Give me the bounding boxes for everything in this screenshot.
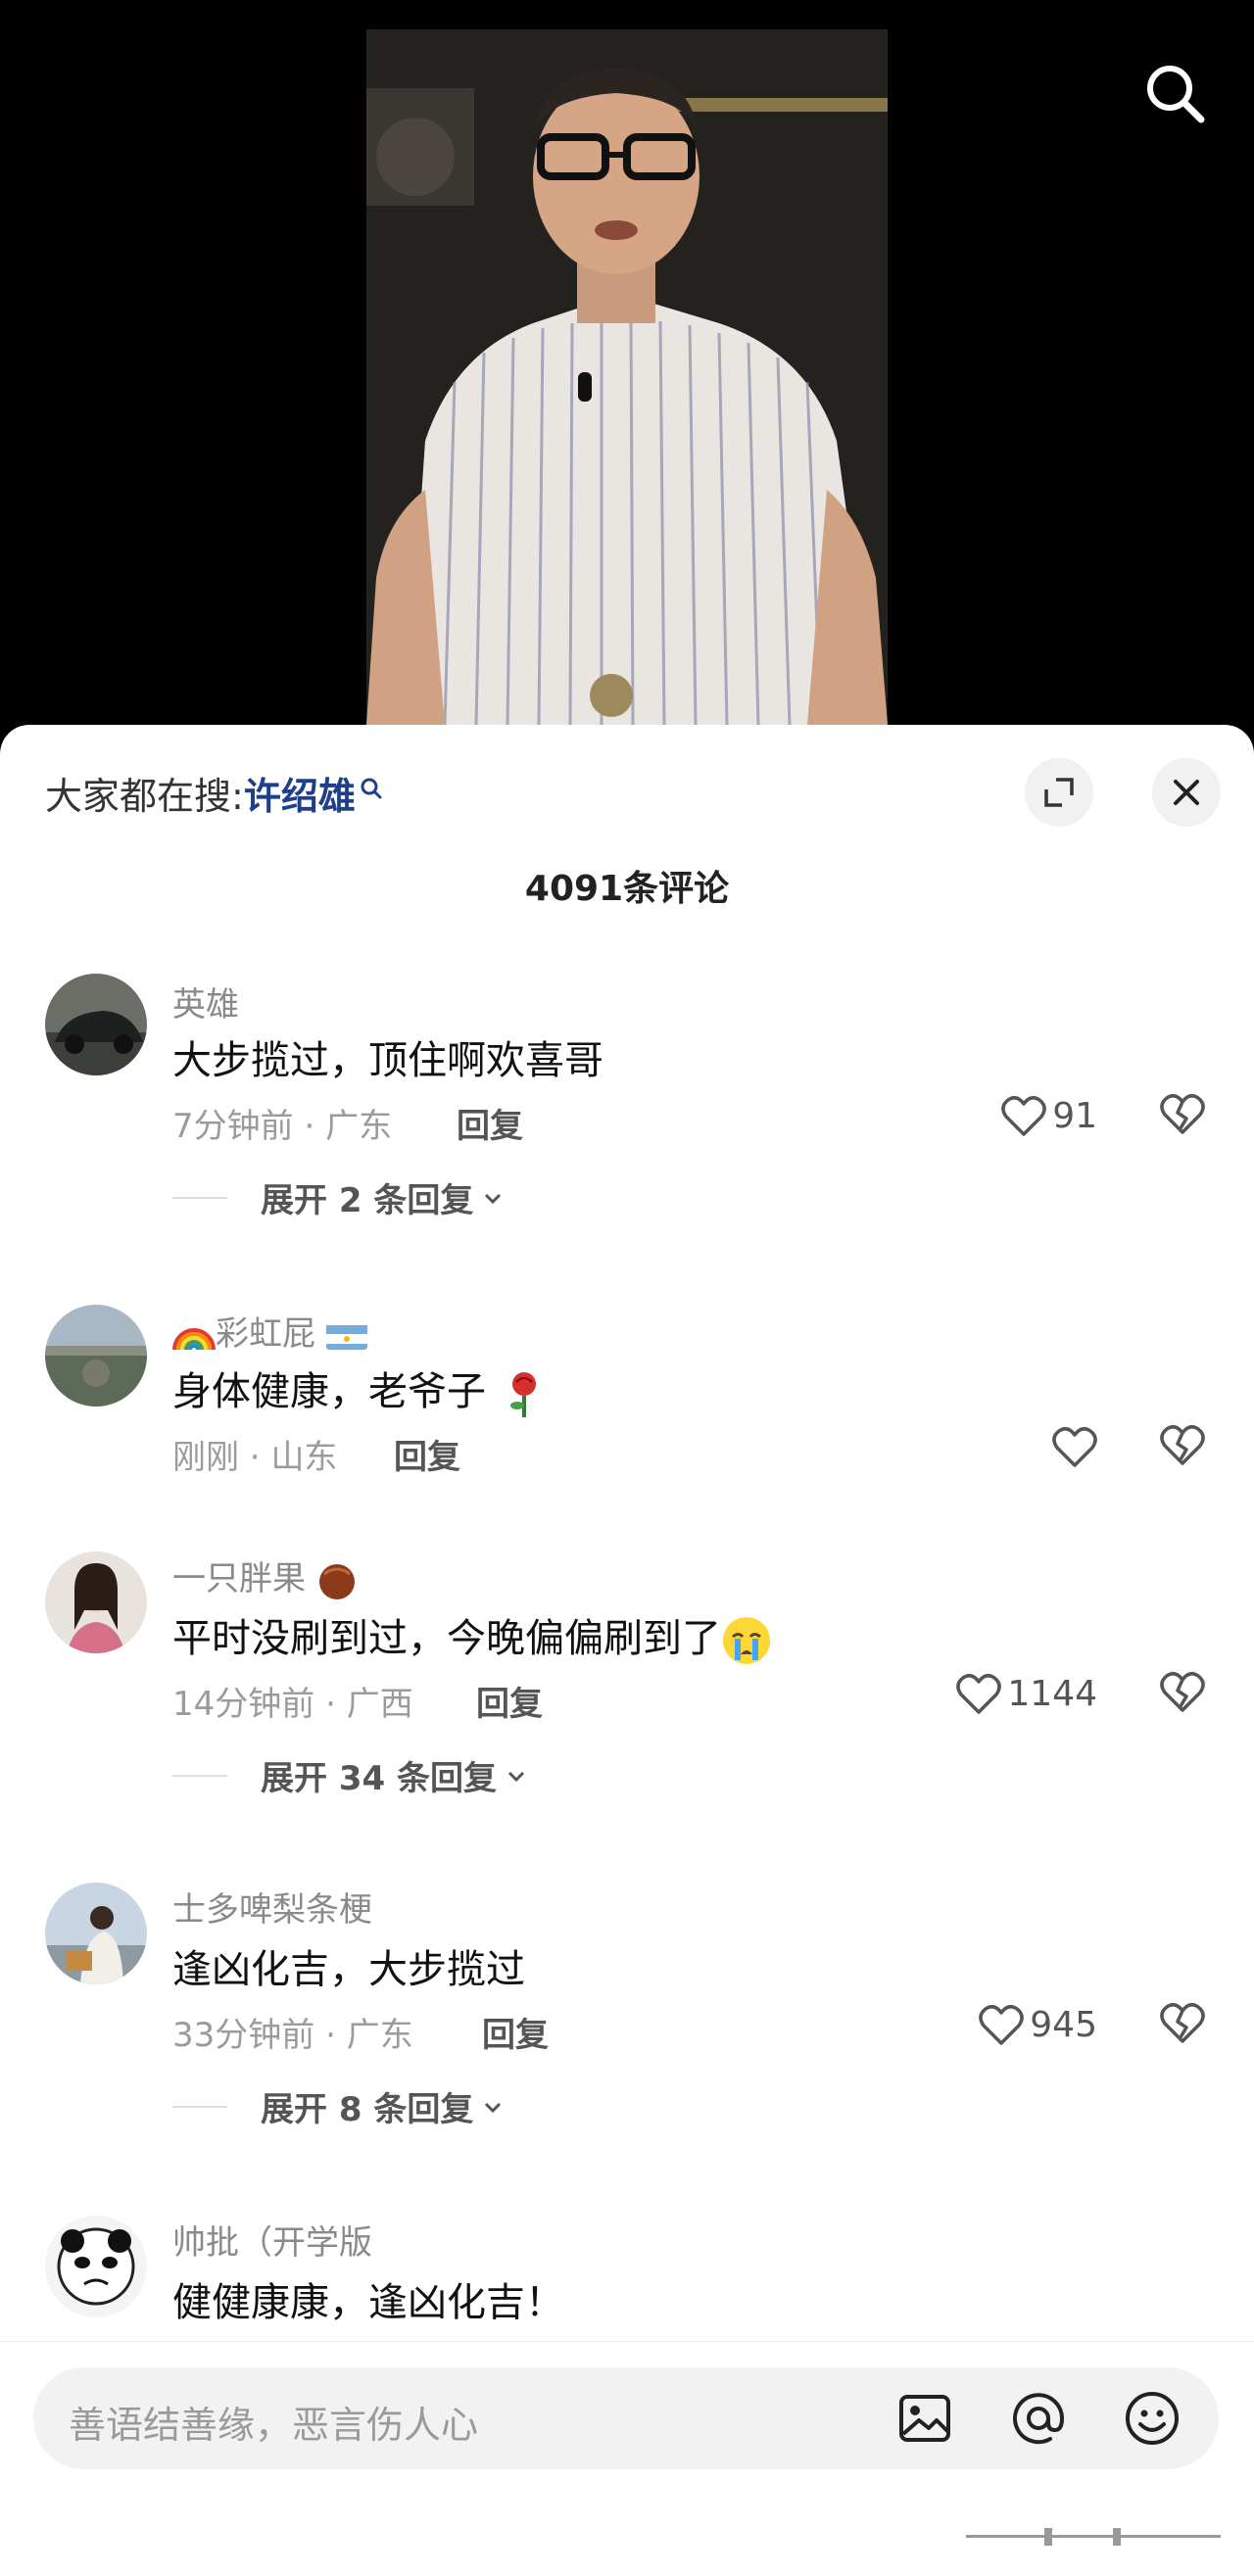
- expand-replies-label: 展开 8 条回复: [261, 2090, 474, 2129]
- like-button[interactable]: 1144: [921, 1669, 1097, 1718]
- hot-search-prefix: 大家都在搜:: [45, 775, 244, 818]
- username-row[interactable]: 一只胖果: [172, 1551, 358, 1601]
- expand-replies-button[interactable]: 展开 2 条回复: [172, 1173, 505, 1221]
- video-frame[interactable]: [366, 29, 888, 725]
- comment-text: 平时没刷到过，今晚偏偏刷到了: [172, 1606, 772, 1666]
- search-icon: [360, 766, 383, 809]
- expand-replies-label: 展开 2 条回复: [261, 1181, 474, 1220]
- username-row[interactable]: 彩虹屁: [172, 1307, 367, 1355]
- divider-line: [172, 1774, 227, 1777]
- comment-text-content: 平时没刷到过，今晚偏偏刷到了: [172, 1616, 721, 1661]
- rainbow-emoji: [172, 1321, 216, 1351]
- like-count: 945: [1030, 2004, 1097, 2045]
- comment-time: 14分钟前: [172, 1685, 315, 1724]
- comment-location: 山东: [270, 1438, 338, 1477]
- comment-time: 33分钟前: [172, 2016, 315, 2055]
- expand-replies-label: 展开 34 条回复: [261, 1759, 497, 1798]
- comment-text: 大步揽过，顶住啊欢喜哥: [172, 1038, 603, 1083]
- comment-text: 身体健康，老爷子: [172, 1360, 550, 1419]
- like-count: 1144: [1007, 1673, 1097, 1714]
- chevron-down-icon: [485, 2102, 502, 2113]
- divider-line: [172, 2105, 227, 2108]
- comment-meta: 7分钟前 · 广东: [172, 1107, 393, 1146]
- reply-button[interactable]: 回复: [394, 1430, 460, 1478]
- comment-meta: 33分钟前 · 广东: [172, 2016, 413, 2055]
- reply-button[interactable]: 回复: [482, 2008, 549, 2056]
- rose-emoji: [499, 1368, 550, 1419]
- crying-face-emoji: [721, 1615, 772, 1666]
- username[interactable]: 英雄: [172, 978, 239, 1026]
- like-button[interactable]: 91: [960, 1091, 1097, 1140]
- hot-search-keyword[interactable]: 许绍雄: [244, 775, 356, 818]
- comment-sheet: 大家都在搜:许绍雄 4091条评论 英雄 大步揽过，顶住啊欢喜哥 7分钟前 · …: [0, 725, 1254, 2576]
- at-icon[interactable]: [1009, 2389, 1068, 2448]
- like-button[interactable]: 945: [940, 2000, 1097, 2049]
- broken-heart-icon[interactable]: [1160, 1093, 1205, 1138]
- video-still-image: [366, 29, 888, 725]
- username: 彩虹屁: [216, 1314, 315, 1354]
- broken-heart-icon[interactable]: [1160, 2002, 1205, 2047]
- comment-location: 广东: [346, 2016, 413, 2055]
- comment-time: 7分钟前: [172, 1107, 294, 1146]
- avatar[interactable]: [45, 1883, 147, 1984]
- avatar[interactable]: [45, 1551, 147, 1653]
- comment-count: 4091条评论: [524, 869, 730, 909]
- comment-input-placeholder: 善语结善缘，恶言伤人心: [69, 2404, 479, 2447]
- heart-icon: [1052, 1427, 1097, 1467]
- comment-meta: 刚刚 · 山东: [172, 1438, 338, 1477]
- comment-text: 逢凶化吉，大步揽过: [172, 1947, 525, 1992]
- broken-heart-icon[interactable]: [1160, 1424, 1205, 1469]
- reply-button[interactable]: 回复: [476, 1677, 543, 1725]
- reply-button[interactable]: 回复: [457, 1099, 523, 1147]
- username[interactable]: 士多啤梨条梗: [172, 1883, 372, 1931]
- like-count: 91: [1052, 1095, 1097, 1136]
- avatar[interactable]: [45, 974, 147, 1075]
- search-icon[interactable]: [1142, 61, 1207, 125]
- comment-location: 广西: [346, 1685, 413, 1724]
- heart-icon: [979, 2005, 1025, 2045]
- comment-location: 广东: [325, 1107, 393, 1146]
- comment-text-content: 身体健康，老爷子: [172, 1369, 486, 1414]
- comment-input[interactable]: 善语结善缘，恶言伤人心: [33, 2367, 1219, 2469]
- close-icon[interactable]: [1152, 758, 1221, 827]
- emoji-icon[interactable]: [1123, 2389, 1182, 2448]
- username: 一只胖果: [172, 1559, 306, 1598]
- heart-icon: [1001, 1096, 1046, 1136]
- broken-heart-icon[interactable]: [1160, 1671, 1205, 1716]
- comment-input-bar: 善语结善缘，恶言伤人心: [0, 2341, 1254, 2576]
- divider-line: [172, 1196, 227, 1199]
- image-icon[interactable]: [895, 2389, 954, 2448]
- heart-icon: [956, 1674, 1002, 1714]
- expand-replies-button[interactable]: 展开 34 条回复: [172, 1751, 528, 1799]
- avatar[interactable]: [45, 1305, 147, 1407]
- argentina-flag-emoji: [325, 1322, 367, 1350]
- expand-icon[interactable]: [1025, 758, 1093, 827]
- video-player[interactable]: [0, 0, 1254, 744]
- chevron-down-icon: [485, 1193, 502, 1204]
- avatar[interactable]: [45, 2216, 147, 2317]
- hot-search[interactable]: 大家都在搜:许绍雄: [45, 766, 383, 820]
- chevron-down-icon: [507, 1771, 525, 1782]
- like-button[interactable]: [1044, 1422, 1097, 1471]
- expand-replies-button[interactable]: 展开 8 条回复: [172, 2082, 505, 2130]
- chestnut-emoji: [316, 1560, 358, 1601]
- comment-time: 刚刚: [172, 1438, 239, 1477]
- comment-meta: 14分钟前 · 广西: [172, 1685, 413, 1724]
- username[interactable]: 帅批（开学版: [172, 2216, 372, 2264]
- watermark-logo: [966, 2528, 1221, 2546]
- comment-text: 健健康康，逢凶化吉！: [172, 2280, 564, 2325]
